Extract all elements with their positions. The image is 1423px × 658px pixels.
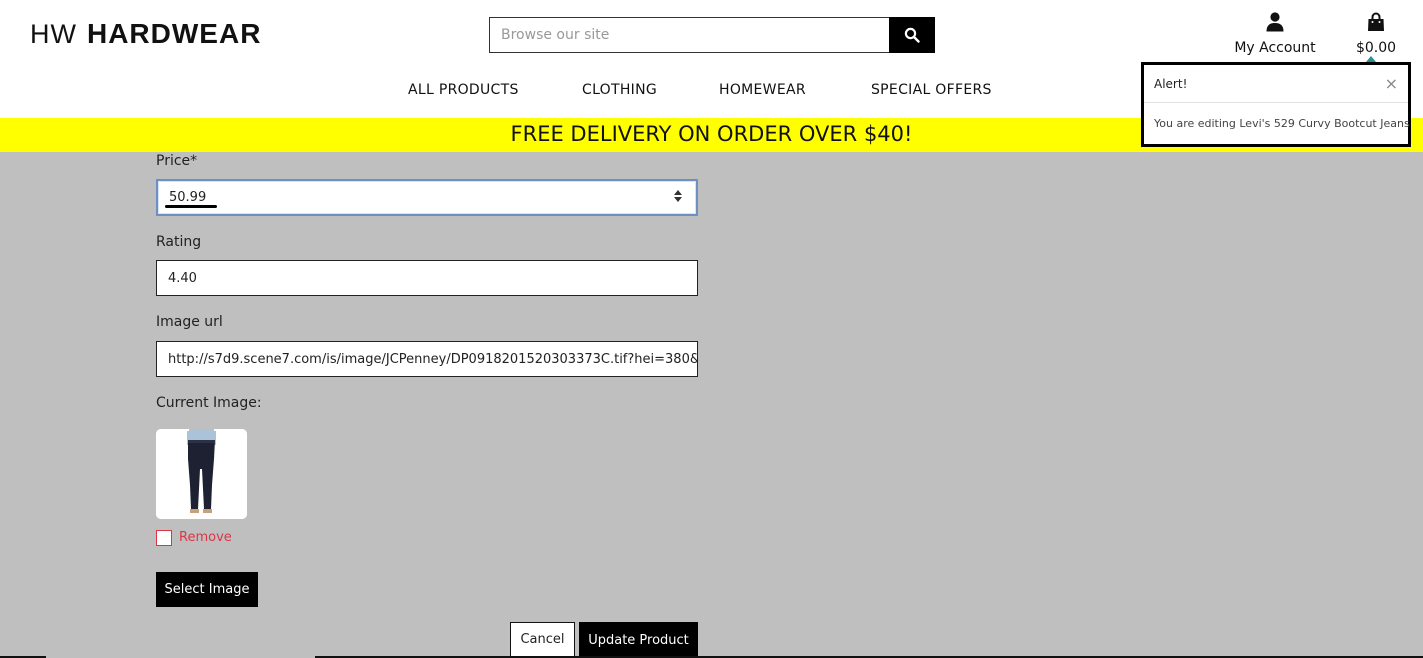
jeans-image bbox=[156, 429, 247, 519]
select-image-button[interactable]: Select Image bbox=[156, 572, 258, 607]
logo-prefix: HW bbox=[30, 19, 77, 49]
nav-special-offers[interactable]: SPECIAL OFFERS bbox=[871, 82, 992, 98]
spinner-up-icon[interactable] bbox=[674, 190, 682, 195]
search-input[interactable] bbox=[489, 17, 889, 53]
my-account-label: My Account bbox=[1234, 40, 1316, 56]
price-value: 50.99 bbox=[169, 190, 207, 205]
cart-link[interactable]: $0.00 bbox=[1350, 12, 1402, 56]
my-account-link[interactable]: My Account bbox=[1232, 12, 1318, 56]
image-url-input[interactable]: http://s7d9.scene7.com/is/image/JCPenney… bbox=[156, 341, 698, 377]
current-image-label: Current Image: bbox=[156, 395, 262, 411]
nav-homewear[interactable]: HOMEWEAR bbox=[719, 82, 806, 98]
price-input[interactable]: 50.99 bbox=[156, 179, 698, 216]
image-url-value: http://s7d9.scene7.com/is/image/JCPenney… bbox=[168, 351, 698, 367]
cancel-button[interactable]: Cancel bbox=[510, 622, 575, 657]
nav-all-products[interactable]: ALL PRODUCTS bbox=[408, 82, 519, 98]
site-logo[interactable]: HW HARDWEAR bbox=[30, 18, 261, 50]
alert-message: You are editing Levi's 529 Curvy Bootcut… bbox=[1154, 117, 1410, 130]
remove-image-checkbox[interactable] bbox=[156, 530, 172, 546]
rating-input[interactable]: 4.40 bbox=[156, 260, 698, 296]
remove-image-label[interactable]: Remove bbox=[179, 530, 232, 545]
alert-header: Alert! × bbox=[1144, 65, 1408, 103]
alert-title: Alert! bbox=[1154, 76, 1188, 91]
update-product-button[interactable]: Update Product bbox=[579, 622, 698, 658]
rating-value: 4.40 bbox=[168, 270, 197, 286]
price-label: Price* bbox=[156, 153, 198, 169]
image-url-label: Image url bbox=[156, 314, 223, 330]
close-icon[interactable]: × bbox=[1385, 74, 1398, 93]
user-icon bbox=[1266, 12, 1284, 32]
cart-total: $0.00 bbox=[1355, 40, 1397, 56]
search-bar bbox=[489, 17, 935, 53]
text-cursor-underline bbox=[165, 205, 217, 208]
number-spinner[interactable] bbox=[674, 190, 682, 202]
rating-label: Rating bbox=[156, 234, 202, 250]
nav-clothing[interactable]: CLOTHING bbox=[582, 82, 657, 98]
shopping-bag-icon bbox=[1368, 12, 1384, 31]
logo-brand: HARDWEAR bbox=[86, 18, 262, 49]
alert-toast: Alert! × You are editing Levi's 529 Curv… bbox=[1141, 62, 1411, 147]
search-icon bbox=[904, 27, 920, 43]
spinner-down-icon[interactable] bbox=[674, 197, 682, 202]
product-image bbox=[156, 429, 247, 519]
search-button[interactable] bbox=[889, 17, 935, 53]
